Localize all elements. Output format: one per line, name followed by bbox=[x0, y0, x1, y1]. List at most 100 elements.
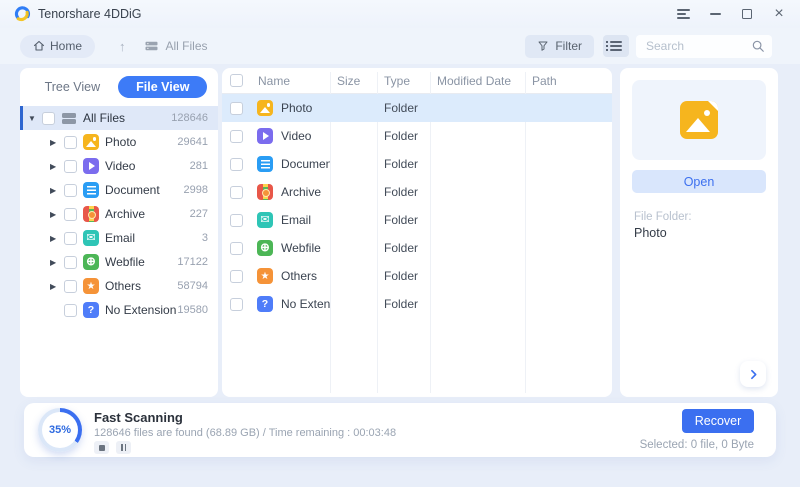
row-type: Folder bbox=[384, 129, 419, 143]
stop-icon bbox=[98, 444, 105, 451]
tree-item-count: 17122 bbox=[177, 256, 208, 268]
tree-checkbox[interactable] bbox=[64, 207, 77, 221]
tree-item-label: Video bbox=[105, 159, 136, 173]
tree-item-label: No Extension bbox=[105, 303, 177, 317]
row-name: Others bbox=[281, 269, 318, 283]
tree-checkbox[interactable] bbox=[64, 183, 77, 197]
view-tabs: Tree View File View bbox=[20, 68, 218, 106]
noext-icon bbox=[83, 302, 99, 318]
caret-right-icon[interactable]: ▶ bbox=[50, 282, 64, 291]
tab-file-view[interactable]: File View bbox=[118, 76, 208, 98]
table-row[interactable]: Archive Folder bbox=[222, 178, 612, 206]
tree-item[interactable]: ▶ Others 58794 bbox=[20, 274, 218, 298]
maximize-icon[interactable] bbox=[736, 3, 758, 25]
search-box bbox=[636, 34, 772, 58]
tree-item-label: Photo bbox=[105, 135, 137, 149]
email-icon bbox=[257, 212, 273, 228]
caret-right-icon[interactable]: ▶ bbox=[50, 138, 64, 147]
list-view-icon bbox=[606, 41, 622, 51]
tree-checkbox[interactable] bbox=[64, 255, 77, 269]
caret-right-icon[interactable]: ▶ bbox=[50, 162, 64, 171]
others-icon bbox=[83, 278, 99, 294]
row-name: Email bbox=[281, 213, 312, 227]
close-icon[interactable]: × bbox=[768, 3, 790, 25]
stop-button[interactable] bbox=[94, 441, 109, 454]
table-row[interactable]: Video Folder bbox=[222, 122, 612, 150]
tree-item[interactable]: No Extension 19580 bbox=[20, 298, 218, 322]
tree-item[interactable]: ▶ Photo 29641 bbox=[20, 130, 218, 154]
caret-right-icon[interactable]: ▶ bbox=[50, 234, 64, 243]
tree-item[interactable]: ▶ Webfile 17122 bbox=[20, 250, 218, 274]
photo-icon bbox=[680, 101, 718, 139]
scan-subtitle: 128646 files are found (68.89 GB) / Time… bbox=[94, 427, 397, 439]
caret-right-icon[interactable]: ▶ bbox=[50, 258, 64, 267]
tree-item-count: 19580 bbox=[177, 304, 208, 316]
pause-icon bbox=[120, 444, 127, 451]
tree-checkbox[interactable] bbox=[64, 303, 77, 317]
row-name: Photo bbox=[281, 101, 313, 115]
row-name: No Extens... bbox=[281, 297, 330, 311]
tree-checkbox[interactable] bbox=[42, 111, 55, 125]
row-checkbox[interactable] bbox=[230, 269, 243, 283]
next-page-button[interactable] bbox=[740, 361, 766, 387]
tree-item[interactable]: ▶ Email 3 bbox=[20, 226, 218, 250]
caret-right-icon[interactable]: ▶ bbox=[50, 186, 64, 195]
tree-checkbox[interactable] bbox=[64, 231, 77, 245]
filter-button[interactable]: Filter bbox=[525, 34, 594, 58]
menu-icon[interactable] bbox=[672, 3, 694, 25]
filter-label: Filter bbox=[555, 39, 582, 53]
scan-progress-ring: 35% bbox=[38, 408, 82, 452]
caret-down-icon[interactable]: ▼ bbox=[28, 114, 42, 123]
archive-icon bbox=[257, 184, 273, 200]
tab-tree-view[interactable]: Tree View bbox=[31, 76, 115, 98]
row-checkbox[interactable] bbox=[230, 129, 243, 143]
select-all-checkbox[interactable] bbox=[230, 74, 243, 87]
row-checkbox[interactable] bbox=[230, 241, 243, 255]
up-arrow-icon[interactable]: ↑ bbox=[119, 39, 126, 54]
home-button[interactable]: Home bbox=[20, 34, 96, 58]
tree-checkbox[interactable] bbox=[64, 159, 77, 173]
tree-item-count: 281 bbox=[189, 160, 208, 172]
table-row[interactable]: Email Folder bbox=[222, 206, 612, 234]
window-controls: × bbox=[672, 0, 790, 28]
table-row[interactable]: Others Folder bbox=[222, 262, 612, 290]
column-name: Name bbox=[258, 73, 291, 88]
tree-item[interactable]: ▼ All Files 128646 bbox=[20, 106, 218, 130]
preview-thumbnail bbox=[632, 80, 766, 160]
row-type: Folder bbox=[384, 185, 419, 199]
search-icon[interactable] bbox=[751, 39, 765, 53]
row-checkbox[interactable] bbox=[230, 185, 243, 199]
row-name: Webfile bbox=[281, 241, 321, 255]
preview-panel: Open File Folder: Photo bbox=[620, 68, 778, 397]
scan-controls bbox=[94, 441, 131, 454]
row-checkbox[interactable] bbox=[230, 297, 243, 311]
column-size: Size bbox=[337, 73, 361, 88]
tree-item[interactable]: ▶ Document 2998 bbox=[20, 178, 218, 202]
table-row[interactable]: Document Folder bbox=[222, 150, 612, 178]
open-button[interactable]: Open bbox=[632, 170, 766, 193]
row-name: Document bbox=[281, 157, 330, 171]
table-row[interactable]: Photo Folder bbox=[222, 94, 612, 122]
tree-item[interactable]: ▶ Archive 227 bbox=[20, 202, 218, 226]
tree-checkbox[interactable] bbox=[64, 135, 77, 149]
table-row[interactable]: Webfile Folder bbox=[222, 234, 612, 262]
tree-checkbox[interactable] bbox=[64, 279, 77, 293]
sidebar: Tree View File View ▼ All Files 128646 ▶… bbox=[20, 68, 218, 397]
filter-icon bbox=[538, 41, 548, 51]
caret-right-icon[interactable]: ▶ bbox=[50, 210, 64, 219]
row-type: Folder bbox=[384, 213, 419, 227]
recover-button[interactable]: Recover bbox=[682, 409, 754, 433]
tree-item-count: 3 bbox=[201, 232, 208, 244]
row-checkbox[interactable] bbox=[230, 157, 243, 171]
home-icon bbox=[33, 40, 45, 51]
minimize-icon[interactable] bbox=[704, 3, 726, 25]
table-row[interactable]: No Extens... Folder bbox=[222, 290, 612, 318]
breadcrumb[interactable]: All Files bbox=[144, 39, 208, 53]
row-checkbox[interactable] bbox=[230, 101, 243, 115]
file-table: Name Size Type Modified Date Path Photo … bbox=[222, 68, 612, 397]
tree-item[interactable]: ▶ Video 281 bbox=[20, 154, 218, 178]
pause-button[interactable] bbox=[116, 441, 131, 454]
home-label: Home bbox=[50, 39, 83, 53]
list-view-toggle[interactable] bbox=[603, 35, 629, 57]
row-checkbox[interactable] bbox=[230, 213, 243, 227]
